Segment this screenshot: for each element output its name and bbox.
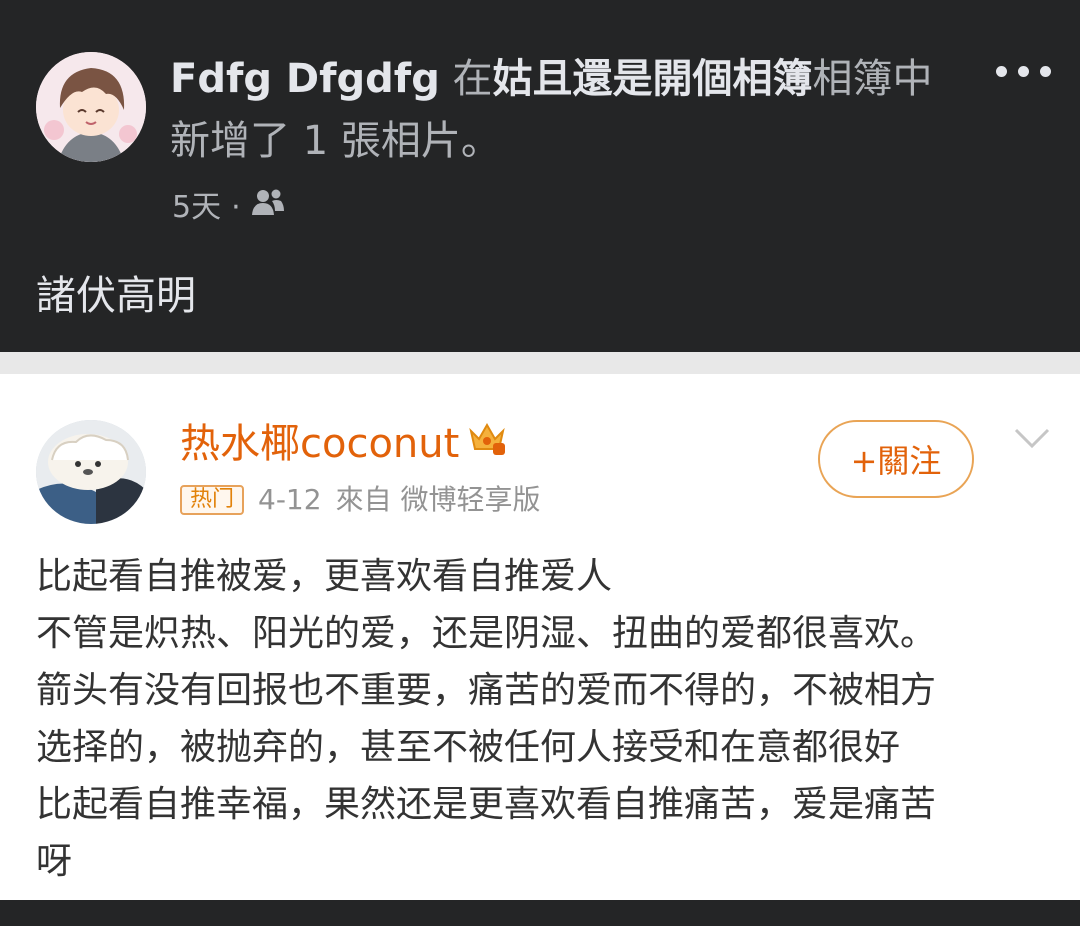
post-headline: Fdfg Dfgdfg 在姑且還是開個相簿相簿中 新增了 1 張相片。	[170, 48, 970, 172]
author-name[interactable]: Fdfg Dfgdfg	[170, 56, 440, 102]
post-time[interactable]: 5天	[172, 186, 221, 230]
weibo-screenshot-image[interactable]: 热水椰coconut 热门 4-12 來自 微博轻享版 +關注 比起看自推被爱，…	[0, 352, 1080, 900]
body-line: 呀	[36, 841, 73, 882]
chevron-down-icon	[1012, 424, 1052, 454]
post-caption: 諸伏高明	[36, 273, 196, 319]
weibo-date: 4-12	[258, 483, 322, 516]
body-line: 箭头有没有回报也不重要，痛苦的爱而不得的，不被相方	[36, 670, 937, 711]
body-line: 不管是炽热、阳光的爱，还是阴湿、扭曲的爱都很喜欢。	[36, 613, 937, 654]
crown-badge-icon	[467, 416, 507, 472]
screenshot-top-strip	[0, 352, 1080, 374]
weibo-source: 來自 微博轻享版	[335, 483, 541, 516]
body-line: 选择的，被抛弃的，甚至不被任何人接受和在意都很好	[36, 727, 901, 768]
author-avatar[interactable]	[36, 52, 146, 162]
follow-button: +關注	[818, 420, 974, 498]
album-name[interactable]: 姑且還是開個相簿	[493, 56, 813, 102]
facebook-post-header: Fdfg Dfgdfg 在姑且還是開個相簿相簿中 新增了 1 張相片。 5天 ·…	[0, 0, 1080, 348]
more-options-icon[interactable]	[996, 56, 1052, 88]
friends-icon[interactable]	[251, 186, 285, 230]
post-action: 新增了 1 張相片。	[170, 118, 501, 164]
meta-separator: ·	[231, 190, 241, 225]
headline-connector: 在	[452, 56, 493, 102]
weibo-meta: 热门 4-12 來自 微博轻享版	[180, 478, 540, 522]
weibo-avatar	[36, 420, 146, 524]
weibo-post-body: 比起看自推被爱，更喜欢看自推爱人 不管是炽热、阳光的爱，还是阴湿、扭曲的爱都很喜…	[36, 548, 1046, 890]
weibo-username-row: 热水椰coconut	[180, 416, 507, 472]
weibo-username[interactable]: 热水椰coconut	[180, 416, 459, 472]
body-line: 比起看自推被爱，更喜欢看自推爱人	[36, 556, 613, 597]
album-suffix: 相簿中	[812, 56, 933, 102]
post-meta: 5天 ·	[172, 186, 285, 230]
body-line: 比起看自推幸福，果然还是更喜欢看自推痛苦，爱是痛苦	[36, 784, 937, 825]
hot-badge: 热门	[180, 485, 245, 515]
